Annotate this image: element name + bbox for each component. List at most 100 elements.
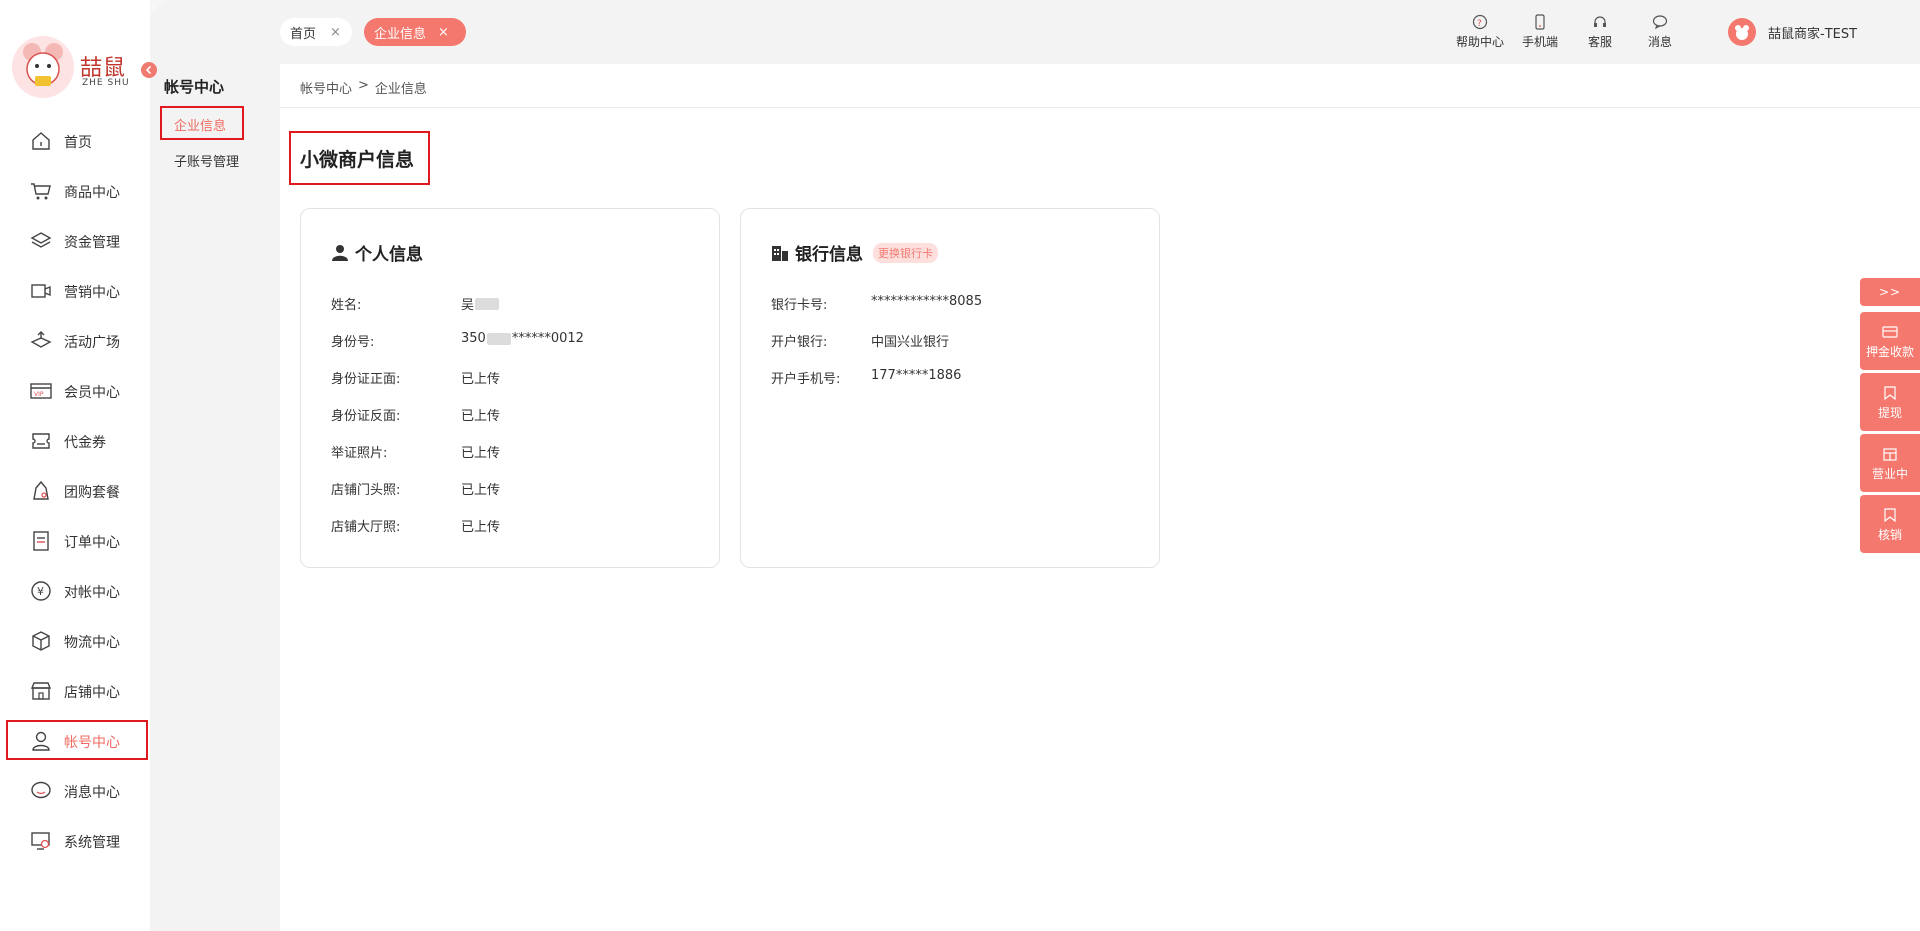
- phone-icon: [1532, 14, 1548, 30]
- mobile-button[interactable]: 手机端: [1510, 14, 1570, 50]
- field-value: 已上传: [461, 446, 501, 461]
- nav-item-reconciliation[interactable]: ¥ 对帐中心: [0, 570, 150, 610]
- nav-item-members[interactable]: VIP 会员中心: [0, 370, 150, 410]
- chevron-left-icon: [145, 65, 152, 75]
- shop-icon: [1882, 446, 1898, 462]
- logo-subtext: ZHE SHU: [82, 78, 130, 88]
- tool-label: 手机端: [1521, 35, 1558, 49]
- group-buy-icon: [30, 480, 52, 502]
- box-icon: [30, 630, 52, 652]
- building-icon: [771, 244, 789, 262]
- breadcrumb: 帐号中心 > 企业信息: [300, 78, 427, 97]
- help-center-button[interactable]: ? 帮助中心: [1450, 14, 1510, 50]
- person-icon: [331, 244, 349, 262]
- nav-item-account[interactable]: 帐号中心: [6, 720, 148, 760]
- nav-item-messages[interactable]: 消息中心: [0, 770, 150, 810]
- nav-item-coupons[interactable]: 代金券: [0, 420, 150, 460]
- nav-item-marketing[interactable]: 营销中心: [0, 270, 150, 310]
- nav-label: 对帐中心: [64, 585, 120, 601]
- nav-label: 物流中心: [64, 635, 120, 651]
- field-label: 开户银行:: [771, 335, 828, 350]
- name-prefix: 吴: [461, 298, 475, 313]
- cart-icon: [30, 180, 52, 202]
- field-value: 已上传: [461, 483, 501, 498]
- close-icon[interactable]: ×: [330, 25, 341, 40]
- tab-label: 企业信息: [374, 26, 427, 42]
- avatar: [1728, 18, 1756, 46]
- field-label: 身份证正面:: [331, 372, 401, 387]
- field-value: 已上传: [461, 372, 501, 387]
- breadcrumb-root[interactable]: 帐号中心: [300, 78, 352, 97]
- field-value: 中国兴业银行: [871, 335, 950, 350]
- nav-label: 会员中心: [64, 385, 120, 401]
- nav-label: 帐号中心: [64, 735, 120, 751]
- verify-button[interactable]: 核销: [1860, 495, 1920, 553]
- nav-label: 商品中心: [64, 185, 120, 201]
- bookmark-icon: [1882, 385, 1898, 401]
- nav-item-store[interactable]: 店铺中心: [0, 670, 150, 710]
- nav-label: 资金管理: [64, 235, 120, 251]
- sub-nav: 帐号中心 企业信息 子账号管理: [150, 0, 280, 931]
- activity-icon: [30, 330, 52, 352]
- tab-label: 首页: [290, 26, 317, 42]
- card-header: 个人信息: [331, 240, 423, 265]
- tab-enterprise-info[interactable]: 企业信息 ×: [364, 18, 466, 46]
- nav-label: 系统管理: [64, 835, 120, 851]
- nav-item-activity[interactable]: 活动广场: [0, 320, 150, 360]
- masked-blur: [475, 297, 500, 310]
- user-menu[interactable]: 喆鼠商家-TEST: [1728, 18, 1857, 46]
- deposit-collection-button[interactable]: 押金收款: [1860, 312, 1920, 370]
- collapse-sidebar-button[interactable]: [141, 62, 157, 78]
- field-value: 177*****1886: [871, 368, 962, 383]
- nav-item-system[interactable]: 系统管理: [0, 820, 150, 860]
- field-value: 吴: [461, 294, 500, 313]
- close-icon[interactable]: ×: [438, 25, 449, 40]
- nav-item-orders[interactable]: 订单中心: [0, 520, 150, 560]
- nav-label: 订单中心: [64, 535, 120, 551]
- left-nav: 喆鼠 ZHE SHU 首页 商品中心 资金管理 营销中心 活动广场 VIP 会员…: [0, 0, 150, 931]
- breadcrumb-current: 企业信息: [374, 82, 427, 97]
- order-icon: [30, 530, 52, 552]
- field-value: 350 ******0012: [461, 331, 584, 346]
- vip-card-icon: VIP: [30, 380, 52, 402]
- nav-item-funds[interactable]: 资金管理: [0, 220, 150, 260]
- change-bank-card-button[interactable]: 更换银行卡: [873, 242, 938, 263]
- messages-button[interactable]: 消息: [1630, 14, 1690, 50]
- tool-label: 帮助中心: [1455, 35, 1504, 49]
- nav-item-group-buy[interactable]: 团购套餐: [0, 470, 150, 510]
- logo[interactable]: 喆鼠 ZHE SHU: [12, 36, 132, 104]
- sub-nav-item-sub-accounts[interactable]: 子账号管理: [174, 151, 239, 170]
- yen-icon: ¥: [30, 580, 52, 602]
- nav-item-products[interactable]: 商品中心: [0, 170, 150, 210]
- marketing-icon: [30, 280, 52, 302]
- divider: [280, 107, 1920, 108]
- id-prefix: 350: [461, 331, 486, 346]
- field-label: 银行卡号:: [771, 298, 828, 313]
- tool-label: 客服: [1587, 35, 1612, 49]
- user-icon: [30, 730, 52, 752]
- nav-item-logistics[interactable]: 物流中心: [0, 620, 150, 660]
- nav-item-home[interactable]: 首页: [0, 120, 150, 160]
- bank-info-card: 银行信息 更换银行卡 银行卡号: ************8085 开户银行: …: [740, 208, 1160, 568]
- user-name: 喆鼠商家-TEST: [1768, 26, 1858, 42]
- sub-nav-item-enterprise-info[interactable]: 企业信息: [160, 106, 244, 140]
- card-header: 银行信息 更换银行卡: [771, 240, 938, 265]
- coupon-icon: [30, 430, 52, 452]
- tool-label: 消息: [1647, 35, 1672, 49]
- field-label: 店铺门头照:: [331, 483, 401, 498]
- chat-icon: [1652, 14, 1668, 30]
- headset-icon: [1592, 14, 1608, 30]
- expand-quick-bar-button[interactable]: >>: [1860, 278, 1920, 306]
- nav-label: 代金券: [64, 435, 106, 451]
- svg-text:VIP: VIP: [34, 391, 44, 398]
- nav-label: 首页: [64, 135, 92, 151]
- card-title: 银行信息: [795, 245, 863, 265]
- business-status-button[interactable]: 营业中: [1860, 434, 1920, 492]
- tab-home[interactable]: 首页 ×: [280, 18, 352, 46]
- card-title: 个人信息: [355, 245, 423, 265]
- customer-service-button[interactable]: 客服: [1570, 14, 1630, 50]
- withdraw-button[interactable]: 提现: [1860, 373, 1920, 431]
- field-label: 身份号:: [331, 335, 375, 350]
- bookmark-icon: [1882, 507, 1898, 523]
- mouse-logo-icon: [12, 36, 74, 98]
